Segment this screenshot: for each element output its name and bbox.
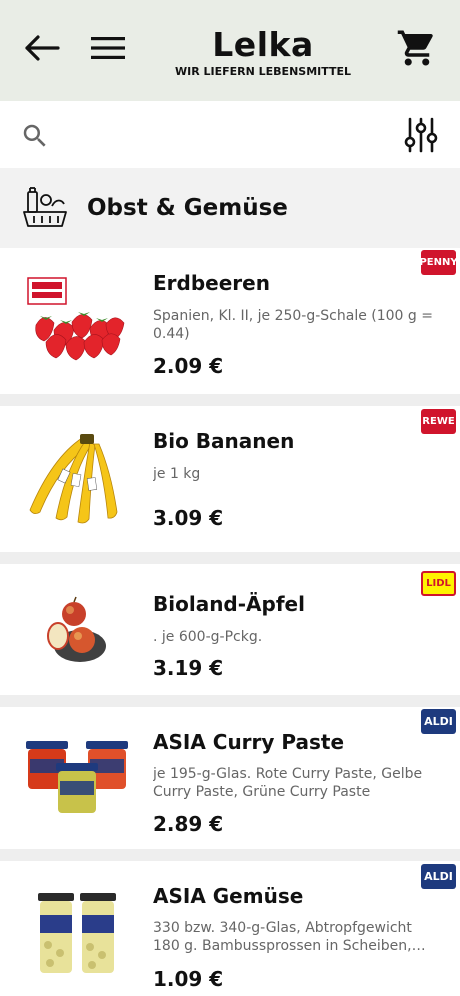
- menu-button[interactable]: [86, 28, 130, 68]
- product-image-vegetable-jars: [38, 893, 116, 973]
- product-image-bananas: [29, 434, 118, 524]
- product-name: Erdbeeren: [153, 271, 270, 295]
- store-badge: PENNY: [419, 250, 458, 275]
- search-bar: [0, 101, 460, 168]
- store-badge: ALDI: [421, 864, 456, 889]
- product-image-strawberries: [27, 277, 125, 361]
- groceries-icon: [23, 187, 67, 227]
- shopping-cart-icon: [397, 30, 433, 66]
- sliders-icon: [404, 117, 438, 153]
- product-image-apples: [47, 596, 106, 662]
- product-description: je 195-g-Glas. Rote Curry Paste, Gelbe C…: [153, 766, 423, 800]
- product-description: Spanien, Kl. II, je 250-g-Schale (100 g …: [153, 308, 433, 342]
- product-card[interactable]: ASIA Gemüse 330 bzw. 340-g-Glas, Abtropf…: [0, 861, 460, 996]
- product-card[interactable]: Bio Bananen je 1 kg 3.09 € REWE: [0, 406, 460, 552]
- product-card[interactable]: ASIA Curry Paste je 195-g-Glas. Rote Cur…: [0, 707, 460, 849]
- product-price: 3.19 €: [153, 656, 224, 680]
- store-badge: LIDL: [421, 571, 456, 596]
- product-image-curry-jars: [26, 741, 128, 813]
- app-title: Lelka: [212, 25, 314, 64]
- category-title: Obst & Gemüse: [87, 195, 288, 221]
- product-description: 330 bzw. 340-g-Glas, Abtropfgewicht 180 …: [153, 920, 412, 954]
- app-header: Lelka WIR LIEFERN LEBENSMITTEL: [0, 0, 460, 101]
- search-input[interactable]: [62, 115, 382, 155]
- product-description: . je 600-g-Pckg.: [153, 629, 263, 645]
- category-header: Obst & Gemüse: [0, 168, 460, 248]
- arrow-left-icon: [25, 35, 60, 61]
- filter-button[interactable]: [400, 115, 442, 155]
- cart-button[interactable]: [392, 24, 442, 72]
- product-price: 1.09 €: [153, 967, 224, 991]
- store-badge: ALDI: [421, 709, 456, 734]
- search-icon[interactable]: [20, 121, 50, 151]
- app-subtitle: WIR LIEFERN LEBENSMITTEL: [174, 65, 352, 78]
- product-price: 3.09 €: [153, 506, 224, 530]
- product-name: Bio Bananen: [153, 429, 295, 453]
- product-name: ASIA Curry Paste: [153, 730, 345, 754]
- product-price: 2.09 €: [153, 354, 224, 378]
- product-name: Bioland-Äpfel: [153, 592, 305, 616]
- product-name: ASIA Gemüse: [153, 884, 304, 908]
- hamburger-icon: [91, 37, 125, 59]
- product-price: 2.89 €: [153, 812, 224, 836]
- product-card[interactable]: Erdbeeren Spanien, Kl. II, je 250-g-Scha…: [0, 248, 460, 394]
- back-button[interactable]: [20, 28, 64, 68]
- store-badge: REWE: [421, 409, 456, 434]
- product-description: je 1 kg: [153, 466, 201, 482]
- product-card[interactable]: Bioland-Äpfel . je 600-g-Pckg. 3.19 € LI…: [0, 564, 460, 695]
- brand: Lelka WIR LIEFERN LEBENSMITTEL: [150, 26, 376, 79]
